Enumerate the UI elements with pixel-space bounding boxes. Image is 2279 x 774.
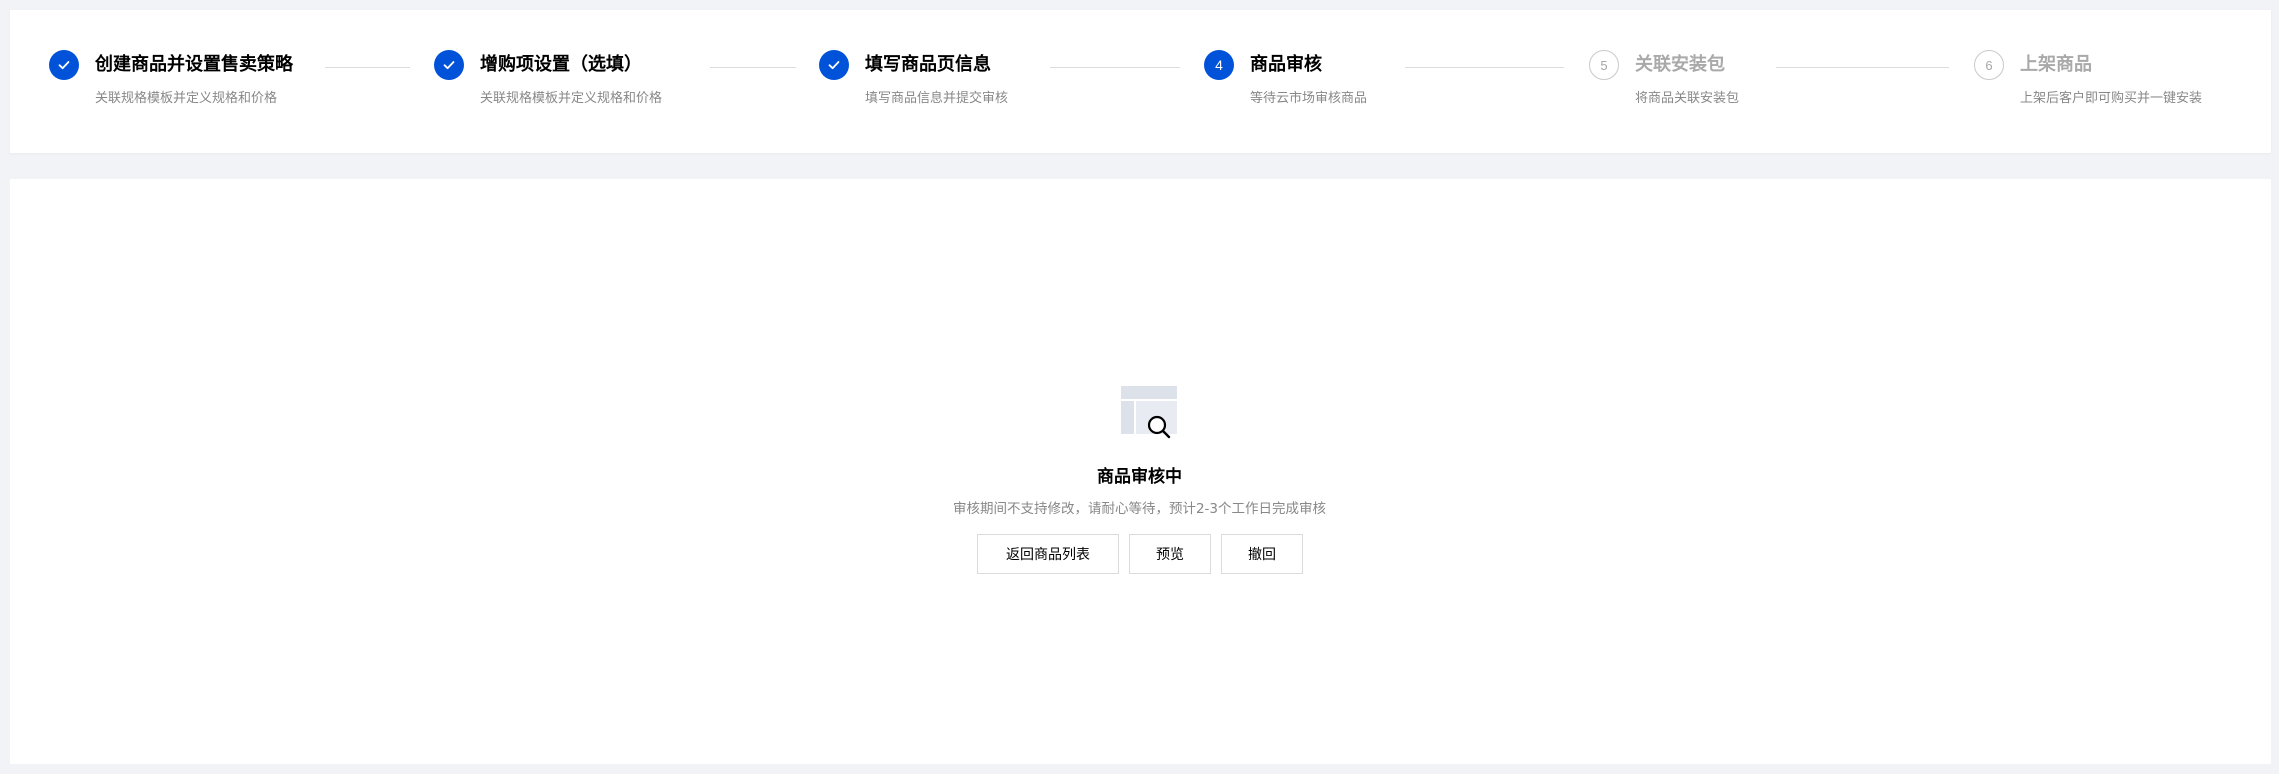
step-6-title: 上架商品 [2020,54,2092,75]
withdraw-button[interactable]: 撤回 [1221,534,1303,574]
step-4-desc: 等待云市场审核商品 [1250,91,1368,106]
step-4-number: 4 [1204,50,1234,80]
step-3-title: 填写商品页信息 [865,54,991,75]
step-5-desc: 将商品关联安装包 [1635,91,1740,106]
step-5-title: 关联安装包 [1635,54,1725,75]
step-connector [325,67,410,68]
step-connector [1405,67,1564,68]
preview-button[interactable]: 预览 [1129,534,1211,574]
step-6-number: 6 [1974,50,2004,80]
step-4-title: 商品审核 [1250,54,1322,75]
check-icon [49,50,79,80]
back-to-list-button[interactable]: 返回商品列表 [977,534,1119,574]
check-icon [819,50,849,80]
step-2-title: 增购项设置（选填） [480,54,642,75]
steps-card: 创建商品并设置售卖策略 关联规格模板并定义规格和价格 增购项设置（选填） 关联规… [10,10,2271,153]
status-title: 商品审核中 [1097,467,1182,487]
step-connector [710,67,796,68]
step-1-desc: 关联规格模板并定义规格和价格 [95,91,278,106]
step-3-desc: 填写商品信息并提交审核 [865,91,1009,106]
document-search-icon [1121,386,1177,439]
step-connector [1050,67,1180,68]
step-connector [1776,67,1949,68]
step-2-desc: 关联规格模板并定义规格和价格 [480,91,663,106]
step-5-number: 5 [1589,50,1619,80]
step-6-desc: 上架后客户即可购买并一键安装 [2020,91,2203,106]
status-description: 审核期间不支持修改，请耐心等待，预计2-3个工作日完成审核 [952,501,1327,517]
check-icon [434,50,464,80]
step-1-title: 创建商品并设置售卖策略 [95,54,293,75]
